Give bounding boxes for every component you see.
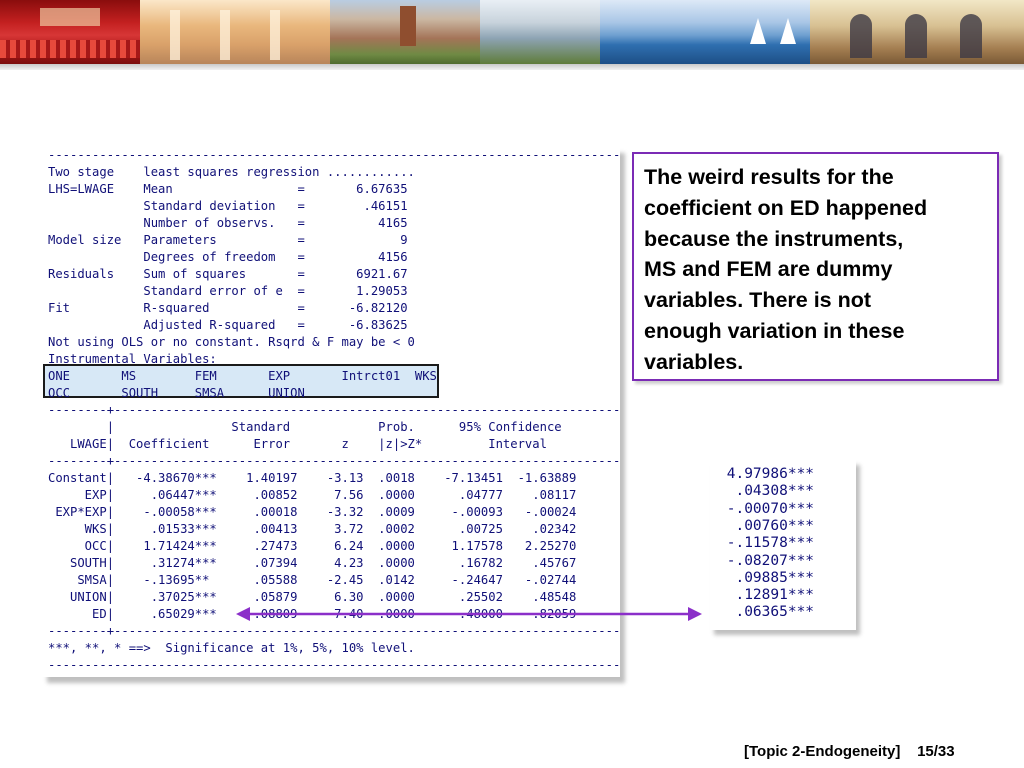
significance-note: ***, **, * ==> Significance at 1%, 5%, 1… [48, 641, 415, 655]
table-row: Constant| -4.38670*** 1.40197 -3.13 .001… [48, 471, 577, 485]
output-line: ----------------------------------------… [48, 658, 621, 672]
output-line: Standard error of e = 1.29053 [48, 284, 408, 298]
table-row: EXP| .06447*** .00852 7.56 .0000 .04777 … [48, 488, 577, 502]
output-line: --------+-------------------------------… [48, 403, 621, 417]
output-line: Instrumental Variables: [48, 352, 217, 366]
coefficient-value: .00760*** [718, 517, 815, 534]
instrument-list-line: ONE MS FEM EXP Intrct01 WKS [48, 369, 437, 383]
header-banner [0, 0, 1024, 70]
slide-footer: [Topic 2-Endogeneity] 15/33 [744, 743, 955, 760]
output-line: --------+-------------------------------… [48, 624, 621, 638]
output-line: Not using OLS or no constant. Rsqrd & F … [48, 335, 415, 349]
callout-line: enough variation in these [644, 318, 905, 343]
callout-line: coefficient on ED happened [644, 195, 928, 220]
output-line: --------+-------------------------------… [48, 454, 621, 468]
output-line: Adjusted R-squared = -6.83625 [48, 318, 408, 332]
coefficient-value: 4.97986*** [718, 466, 815, 482]
banner-photo-lake-sailboats [600, 0, 810, 64]
output-line: Two stage least squares regression .....… [48, 165, 415, 179]
table-row: WKS| .01533*** .00413 3.72 .0002 .00725 … [48, 522, 577, 536]
ols-coefficient-column: 4.97986*** .04308*** -.00070*** .00760**… [710, 460, 856, 630]
callout-line: because the instruments, [644, 226, 904, 251]
callout-line: MS and FEM are dummy [644, 257, 893, 282]
comparison-arrow-icon [236, 607, 702, 621]
coefficient-value: -.11578*** [718, 535, 815, 552]
callout-line: The weird results for the [644, 165, 894, 189]
coefficient-value: -.08207*** [718, 552, 815, 569]
coefficient-value: .04308*** [718, 483, 815, 500]
table-row: EXP*EXP| -.00058*** .00018 -3.32 .0009 -… [48, 505, 577, 519]
callout-line: variables. There is not [644, 288, 872, 313]
table-header-line: LWAGE| Coefficient Error z |z|>Z* Interv… [48, 437, 547, 451]
table-row: SMSA| -.13695** .05588 -2.45 .0142 -.246… [48, 573, 577, 587]
table-row: SOUTH| .31274*** .07394 4.23 .0000 .1678… [48, 556, 577, 570]
banner-photo-courtyard [480, 0, 600, 64]
table-row: OCC| 1.71424*** .27473 6.24 .0000 1.1757… [48, 539, 577, 553]
banner-photo-hall-interior [140, 0, 330, 64]
coefficient-value: .12891*** [718, 587, 815, 604]
coefficient-value: -.00070*** [718, 500, 815, 517]
callout-line: variables. [644, 349, 744, 374]
banner-photo-auditorium [0, 0, 140, 64]
output-line: LHS=LWAGE Mean = 6.67635 [48, 182, 408, 196]
coefficient-value-ed: .06365*** [718, 604, 815, 621]
banner-photo-chapel-interior [810, 0, 1024, 64]
output-line: Model size Parameters = 9 [48, 233, 408, 247]
table-header-line: | Standard Prob. 95% Confidence [48, 420, 562, 434]
banner-photo-campus-building [330, 0, 480, 64]
page-number: 15/33 [917, 743, 955, 760]
regression-output: ----------------------------------------… [42, 147, 620, 677]
output-line: Standard deviation = .46151 [48, 199, 408, 213]
instrument-list-line: OCC SOUTH SMSA UNION [48, 386, 305, 400]
output-line: ----------------------------------------… [48, 148, 621, 162]
output-line: Degrees of freedom = 4156 [48, 250, 408, 264]
output-line: Number of observs. = 4165 [48, 216, 408, 230]
output-line: Residuals Sum of squares = 6921.67 [48, 267, 408, 281]
footer-topic: [Topic 2-Endogeneity] [744, 743, 901, 760]
output-line: Fit R-squared = -6.82120 [48, 301, 408, 315]
explanation-callout: The weird results for the coefficient on… [632, 152, 999, 381]
coefficient-value: .09885*** [718, 569, 815, 586]
